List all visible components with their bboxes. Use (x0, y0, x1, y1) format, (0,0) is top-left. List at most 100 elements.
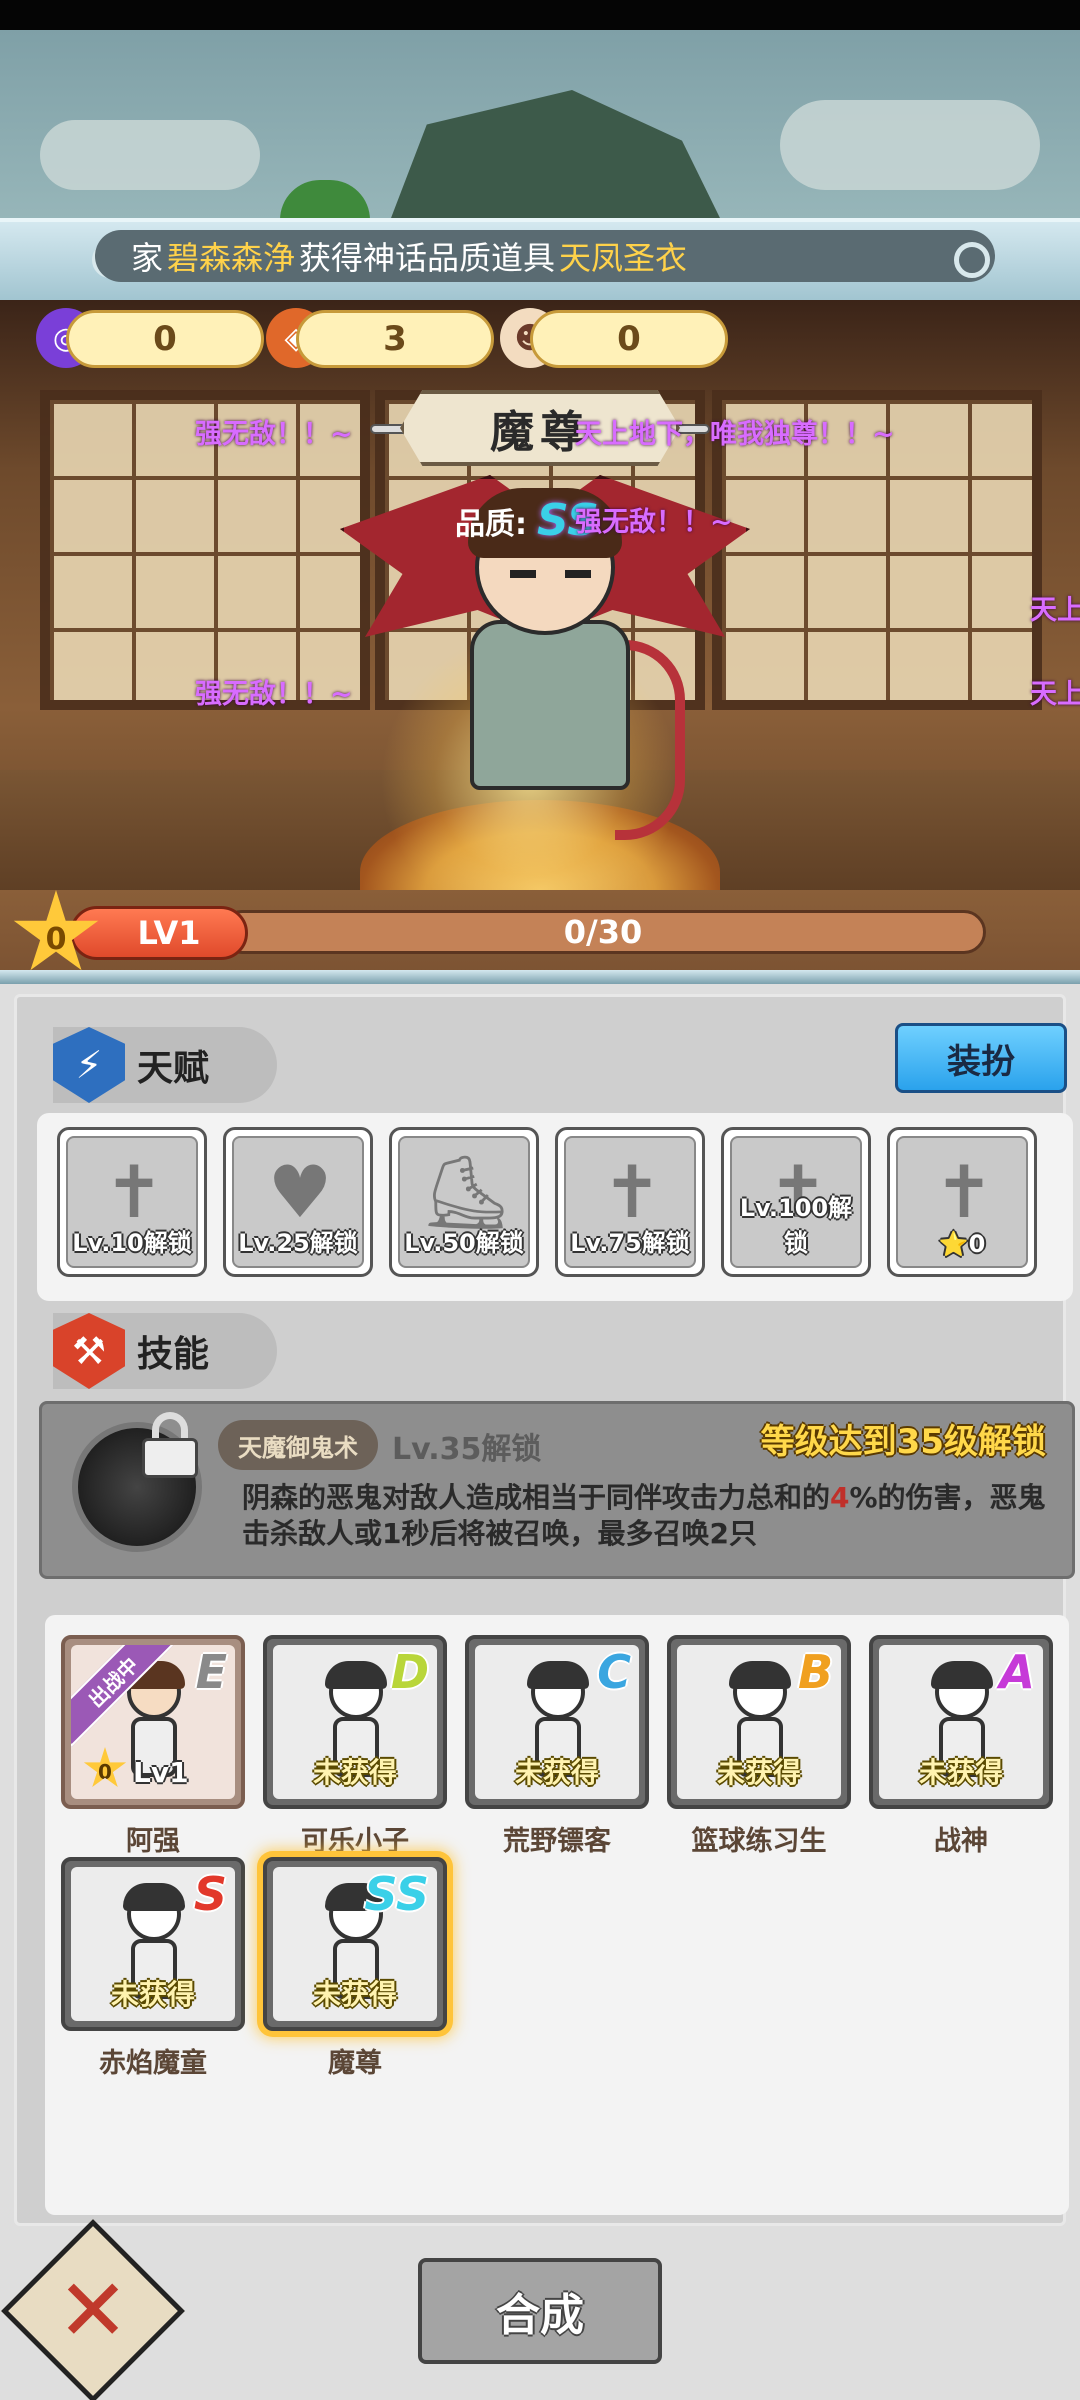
talent-slot[interactable]: ✝ Lv.75解锁 (555, 1127, 705, 1277)
axe-icon: ⚒ (53, 1313, 125, 1389)
danmaku-text: 天上 (1030, 595, 1080, 626)
talent-slots: ✝ Lv.10解锁 ♥ Lv.25解锁 ⛸ Lv.50解锁 ✝ Lv.75解锁 … (37, 1113, 1073, 1301)
sword-icon: ✝ (933, 1150, 995, 1234)
hero-card[interactable]: B 未获得 (667, 1635, 851, 1809)
lightning-icon: ⚡ (53, 1027, 125, 1103)
danmaku-text: 强无敌！！~ (195, 419, 353, 450)
hero-card[interactable]: E 出战中 0 Lv1 (61, 1635, 245, 1809)
sword-icon: ✝ (601, 1150, 663, 1234)
ticker-item: 天凤圣衣 (559, 239, 688, 277)
grade-badge: B (797, 1645, 833, 1699)
grade-badge: A (999, 1645, 1035, 1699)
heart-icon: ♥ (267, 1150, 333, 1234)
swirl-icon (954, 242, 990, 278)
level-pill: LV1 (70, 906, 248, 960)
currency-value: 3 (383, 319, 407, 359)
currency-purple[interactable]: 0 (66, 310, 264, 368)
close-x-icon: ✕ (56, 2261, 130, 2361)
mountain-decoration (352, 90, 770, 230)
ticker-player: 碧森森浄 (167, 239, 296, 277)
sword-icon: ✝ (103, 1150, 165, 1234)
talent-slot[interactable]: ✝ Lv.10解锁 (57, 1127, 207, 1277)
hero-card-name: 魔尊 (328, 2048, 382, 2079)
detail-panel: ⚡ 天赋 装扮 ✝ Lv.10解锁 ♥ Lv.25解锁 ⛸ Lv.50解锁 ✝ … (0, 984, 1080, 2400)
background-sky (0, 30, 1080, 230)
hero-card[interactable]: A 未获得 (869, 1635, 1053, 1809)
broadcast-ticker: 家 碧森森浄 获得神话品质道具 天凤圣衣 (0, 218, 1080, 308)
ticker-message: 家 碧森森浄 获得神话品质道具 天凤圣衣 (95, 230, 995, 282)
ticker-prefix: 家 (131, 239, 164, 277)
cloud-decoration (40, 120, 260, 190)
card-state: 未获得 (918, 1756, 1003, 1789)
card-state: 未获得 (514, 1756, 599, 1789)
level-progress-text: 0/30 (563, 913, 643, 951)
card-state: 未获得 (716, 1756, 801, 1789)
talent-unlock-label: Lv.25解锁 (238, 1229, 358, 1257)
hero-body (470, 620, 630, 790)
merge-button[interactable]: 合成 (418, 2258, 662, 2364)
currency-token[interactable]: 0 (530, 310, 728, 368)
danmaku-text: 天上地下，唯我独尊！！~ (575, 419, 895, 450)
cloud-decoration (780, 100, 1040, 190)
card-state: 未获得 (312, 1978, 397, 2011)
danmaku-text: 天上 (1030, 679, 1080, 710)
skill-desc-a: 阴森的恶鬼对敌人造成相当于同伴攻击力总和的 (242, 1481, 831, 1514)
hero-card-name: 赤焰魔童 (99, 2048, 207, 2079)
skill-name: 天魔御鬼术 (218, 1420, 378, 1470)
divider (0, 970, 1080, 984)
currency-value: 0 (617, 319, 641, 359)
quality-label: 品质: (455, 506, 527, 542)
winged-boot-icon: ⛸ (420, 1149, 512, 1234)
hero-card-name: 可乐小子 (301, 1826, 409, 1857)
card-state: 未获得 (110, 1978, 195, 2011)
talent-slot[interactable]: ✝ Lv.100解锁 (721, 1127, 871, 1277)
currency-value: 0 (153, 319, 177, 359)
hero-showcase: ◎ 0 ◈ 3 ☻ 0 魔尊 品质: SS 强无敌！！~ 天上地下，唯我独尊！！… (0, 300, 1080, 980)
talent-slot[interactable]: ♥ Lv.25解锁 (223, 1127, 373, 1277)
hero-card-name: 阿强 (126, 1826, 180, 1857)
talent-title: 天赋 (137, 1048, 210, 1089)
skill-desc-num: 4 (830, 1481, 850, 1514)
card-level: Lv1 (133, 1756, 189, 1789)
ticker-middle: 获得神话品质道具 (299, 239, 556, 277)
skill-header: ⚒ 技能 (53, 1313, 277, 1389)
skill-card[interactable]: 天魔御鬼术 Lv.35解锁 等级达到35级解锁 阴森的恶鬼对敌人造成相当于同伴攻… (39, 1401, 1075, 1579)
talent-unlock-label: Lv.75解锁 (570, 1229, 690, 1257)
hero-eye (510, 570, 536, 578)
danmaku-text: 强无敌！！~ (195, 679, 353, 710)
hero-card-name: 战神 (934, 1826, 988, 1857)
hero-roster: E 出战中 0 Lv1 阿强 D 未获得 可乐小子 C 未获得 荒野镖客 B 未… (45, 1615, 1069, 2215)
hero-card-selected[interactable]: SS 未获得 (263, 1857, 447, 2031)
level-label: LV1 (137, 914, 201, 952)
talent-unlock-label: Lv.100解锁 (739, 1194, 853, 1257)
hero-card-name: 篮球练习生 (691, 1826, 827, 1857)
talent-unlock-label: Lv.10解锁 (72, 1229, 192, 1257)
status-bar (0, 0, 1080, 30)
grade-badge: E (195, 1645, 227, 1699)
star-value: 0 (45, 921, 67, 957)
hero-card[interactable]: S 未获得 (61, 1857, 245, 2031)
skill-title: 技能 (137, 1334, 210, 1375)
talent-slot[interactable]: ✝ ⭐0 (887, 1127, 1037, 1277)
hero-eye (565, 570, 591, 578)
dress-up-button[interactable]: 装扮 (895, 1023, 1067, 1093)
card-state: 未获得 (312, 1756, 397, 1789)
skill-unlock-goal: 等级达到35级解锁 (760, 1422, 1046, 1462)
grade-badge: SS (364, 1867, 429, 1921)
hero-card[interactable]: D 未获得 (263, 1635, 447, 1809)
skill-unlock-level: Lv.35解锁 (392, 1432, 542, 1467)
grade-badge: S (193, 1867, 227, 1921)
talent-slot[interactable]: ⛸ Lv.50解锁 (389, 1127, 539, 1277)
skill-description: 阴森的恶鬼对敌人造成相当于同伴攻击力总和的4%的伤害，恶鬼击杀敌人或1秒后将被召… (242, 1480, 1052, 1572)
currency-fire[interactable]: 3 (296, 310, 494, 368)
talent-header: ⚡ 天赋 (53, 1027, 277, 1103)
grade-badge: D (390, 1645, 429, 1699)
grade-badge: C (597, 1645, 631, 1699)
card-star-value: 0 (98, 1760, 112, 1784)
danmaku-text: 强无敌！！~ (575, 507, 733, 538)
talent-unlock-label: ⭐0 (938, 1230, 986, 1258)
hero-card[interactable]: C 未获得 (465, 1635, 649, 1809)
level-progress-bar: 0/30 (220, 910, 986, 954)
talent-unlock-label: Lv.50解锁 (404, 1229, 524, 1257)
detail-panel-inner: ⚡ 天赋 装扮 ✝ Lv.10解锁 ♥ Lv.25解锁 ⛸ Lv.50解锁 ✝ … (14, 994, 1075, 2226)
